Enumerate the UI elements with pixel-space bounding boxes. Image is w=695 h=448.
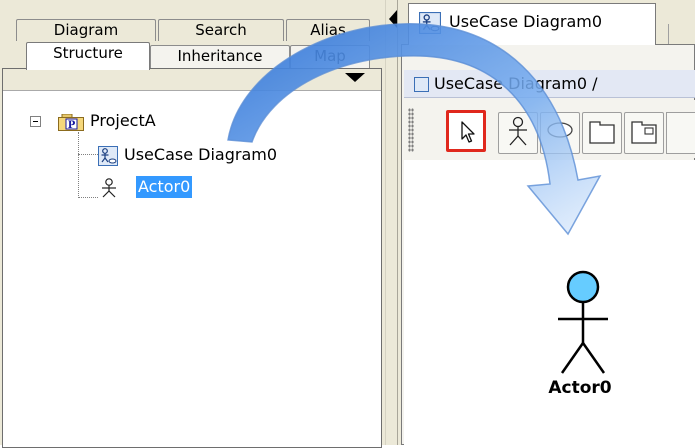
usecase-diagram-icon [419, 12, 441, 34]
pane-splitter[interactable] [385, 0, 398, 445]
tab-alias[interactable]: Alias [286, 19, 370, 41]
tree-header [3, 69, 381, 91]
tree-connector [78, 154, 98, 155]
svg-text:P: P [68, 120, 76, 131]
usecase-diagram-icon [98, 146, 118, 166]
diagram-small-icon [414, 77, 429, 92]
tree-item-label: ProjectA [90, 111, 156, 130]
subsystem-tool-button[interactable] [624, 112, 664, 154]
toolbar-grip-icon[interactable] [408, 108, 414, 152]
cursor-arrow-icon [461, 121, 475, 143]
collapse-left-icon[interactable] [389, 10, 397, 28]
dropdown-arrow-icon[interactable] [345, 73, 365, 82]
canvas-actor-figure[interactable] [528, 265, 638, 385]
package-icon [589, 121, 615, 144]
usecase-tool-button[interactable] [540, 112, 580, 154]
tab-map[interactable]: Map [290, 45, 370, 70]
tab-strip-divider [668, 24, 672, 44]
tree-connector [78, 197, 98, 198]
tab-search[interactable]: Search [158, 19, 284, 41]
subsystem-icon [631, 121, 657, 144]
tab-alias-label: Alias [310, 21, 346, 39]
actor-icon [509, 116, 527, 146]
tab-inheritance-label: Inheritance [177, 47, 263, 65]
select-tool-button[interactable] [446, 110, 486, 152]
document-tab-label: UseCase Diagram0 [449, 12, 603, 31]
tab-search-label: Search [195, 21, 247, 39]
canvas-actor-label[interactable]: Actor0 [530, 378, 630, 398]
tab-diagram-label: Diagram [53, 21, 119, 39]
tab-map-label: Map [314, 47, 346, 65]
tab-inheritance[interactable]: Inheritance [150, 45, 290, 70]
project-icon: P [58, 114, 84, 131]
actor-icon [100, 178, 118, 198]
tab-usecase-diagram[interactable]: UseCase Diagram0 [408, 3, 656, 45]
edge-mark [0, 255, 4, 263]
package-tool-button[interactable] [582, 112, 622, 154]
tab-structure-label: Structure [53, 44, 123, 62]
tree-item-label: UseCase Diagram0 [124, 145, 278, 164]
tree-item-label-selected: Actor0 [136, 176, 193, 198]
usecase-ellipse-icon [547, 122, 573, 138]
collapse-toggle-icon[interactable] [30, 116, 41, 127]
tab-diagram[interactable]: Diagram [16, 19, 156, 41]
actor-tool-button[interactable] [498, 112, 538, 154]
diagram-title-bar: UseCase Diagram0 / [404, 70, 695, 98]
diagram-title: UseCase Diagram0 / [434, 74, 598, 93]
tab-structure[interactable]: Structure [26, 42, 150, 70]
more-tools-button[interactable] [666, 112, 695, 154]
tree-connector [78, 132, 79, 198]
